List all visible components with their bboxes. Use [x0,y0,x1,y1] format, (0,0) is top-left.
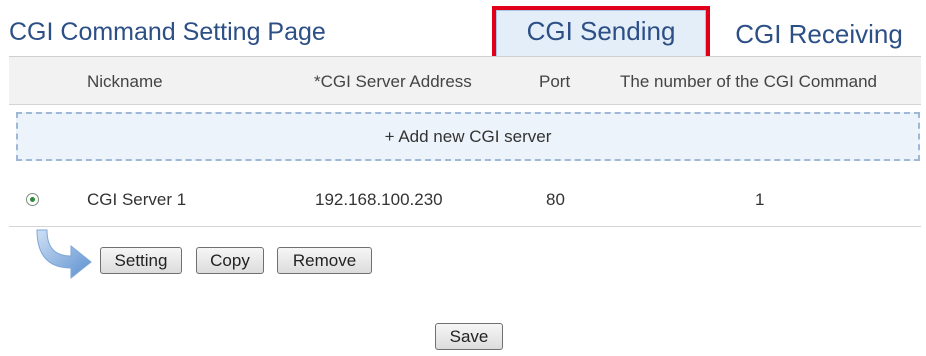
radio-selected-dot [30,197,35,202]
curved-arrow-icon [36,229,92,280]
header-command-count: The number of the CGI Command [620,72,878,91]
header-server-address: *CGI Server Address [314,72,472,91]
save-button[interactable]: Save [435,323,503,350]
tab-cgi-receiving[interactable]: CGI Receiving [722,12,916,56]
tab-cgi-sending[interactable]: CGI Sending [492,6,710,61]
row-port: 80 [546,190,565,209]
table-row[interactable]: CGI Server 1 192.168.100.230 80 1 [9,172,921,227]
tab-cgi-sending-label: CGI Sending [496,10,706,57]
copy-button[interactable]: Copy [196,247,264,274]
row-nickname: CGI Server 1 [87,190,187,209]
add-cgi-server-button[interactable]: + Add new CGI server [16,112,920,161]
table-header: Nickname *CGI Server Address Port The nu… [9,57,921,105]
row-command-count: 1 [755,190,765,209]
setting-button[interactable]: Setting [100,247,182,274]
header-nickname: Nickname [87,72,163,91]
page-title: CGI Command Setting Page [9,18,326,46]
row-select-radio[interactable] [26,193,39,206]
remove-button[interactable]: Remove [277,247,372,274]
row-server-address: 192.168.100.230 [315,190,443,209]
header-port: Port [539,72,571,91]
